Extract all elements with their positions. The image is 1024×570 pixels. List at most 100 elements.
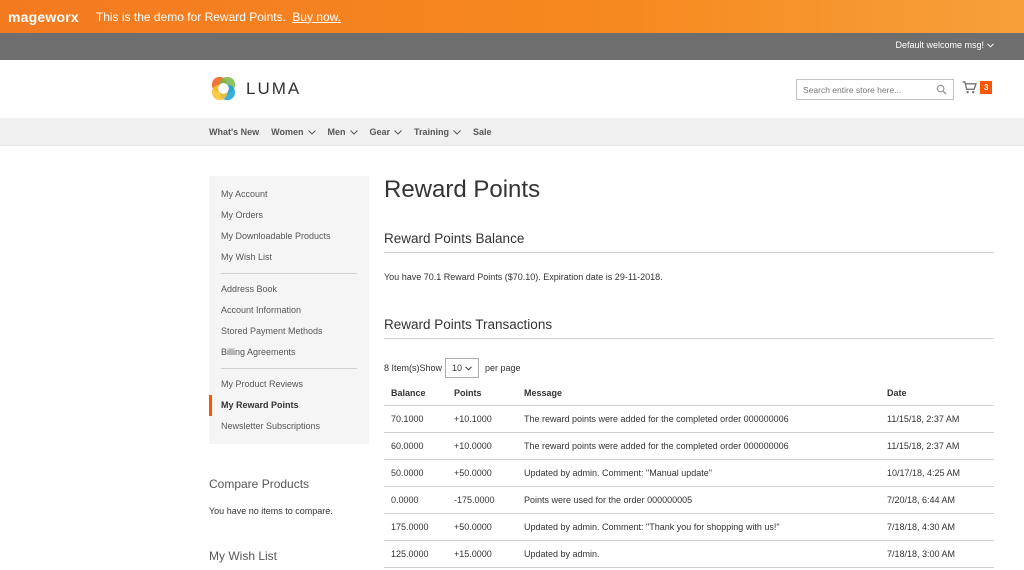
cell-message: Points were used for the order 000000005 [517,486,880,514]
cell-date: 7/18/18, 4:30 AM [880,513,994,541]
table-row: 70.1000 +10.1000 The reward points were … [384,405,994,433]
nav-item-whats-new[interactable]: What's New [209,127,259,137]
chevron-down-icon [987,42,994,48]
table-row: 0.0000 -175.0000 Points were used for th… [384,486,994,514]
nav-item-sale[interactable]: Sale [473,127,492,137]
balance-section-title: Reward Points Balance [384,231,994,253]
cart-count-badge: 3 [980,81,993,94]
cell-points: -175.0000 [447,486,517,514]
cell-message: Updated by admin. Comment: "Manual updat… [517,459,880,487]
table-row: 50.0000 +50.0000 Updated by admin. Comme… [384,459,994,487]
show-label: Show [419,363,443,373]
nav-label: Women [271,127,304,137]
cell-balance: 0.0000 [384,486,447,514]
cell-date: 11/15/18, 2:37 AM [880,432,994,460]
nav-label: Sale [473,127,492,137]
sidebar-divider [221,273,357,274]
cell-points: +15.0000 [447,540,517,568]
chevron-down-icon [394,129,402,135]
table-row: 175.0000 +50.0000 Updated by admin. Comm… [384,513,994,541]
demo-banner: mageworx This is the demo for Reward Poi… [0,0,1024,33]
cart-icon [962,81,977,94]
sidebar-item-my-orders[interactable]: My Orders [209,205,369,226]
cell-message: Updated by admin. [517,540,880,568]
store-logo[interactable]: LUMA [209,74,301,103]
cell-balance: 50.0000 [384,459,447,487]
sidebar-item-address-book[interactable]: Address Book [209,279,369,300]
cell-points: +50.0000 [447,459,517,487]
cell-points: +50.0000 [447,513,517,541]
page-title: Reward Points [384,176,541,203]
cell-balance: 70.1000 [384,405,447,433]
column-header-message: Message [517,381,880,406]
toolbar-limiter: 8 Item(s) Show 10 per page [384,358,521,378]
nav-label: Gear [369,127,391,137]
balance-text: You have 70.1 Reward Points ($70.10). Ex… [384,272,663,282]
column-header-date: Date [880,381,994,406]
transactions-section-title: Reward Points Transactions [384,317,994,339]
demo-message: This is the demo for Reward Points. Buy … [96,10,341,24]
nav-item-training[interactable]: Training [414,127,461,137]
search-input[interactable] [803,84,928,95]
sidebar-item-wish-list[interactable]: My Wish List [209,247,369,268]
sidebar-item-stored-payment-methods[interactable]: Stored Payment Methods [209,321,369,342]
nav-label: Training [414,127,450,137]
buy-now-link[interactable]: Buy now. [292,10,341,24]
luma-logo-icon [211,76,236,101]
chevron-down-icon [453,129,461,135]
transactions-table: Balance Points Message Date 70.1000 +10.… [384,381,994,568]
cell-balance: 60.0000 [384,432,447,460]
nav-item-men[interactable]: Men [328,127,358,137]
cell-date: 7/18/18, 3:00 AM [880,540,994,568]
cell-message: The reward points were added for the com… [517,405,880,433]
nav-item-women[interactable]: Women [271,127,316,137]
cell-message: The reward points were added for the com… [517,432,880,460]
sidebar-item-my-account[interactable]: My Account [209,184,369,205]
header: LUMA 3 [0,60,1024,118]
sidebar-item-newsletter[interactable]: Newsletter Subscriptions [209,416,369,437]
mageworx-logo: mageworx [8,8,79,25]
per-page-label: per page [485,363,521,373]
search-box [796,79,954,100]
minicart[interactable]: 3 [962,81,993,94]
chevron-down-icon [307,129,316,135]
column-header-balance: Balance [384,381,447,406]
demo-message-text: This is the demo for Reward Points. [95,9,286,24]
cell-balance: 125.0000 [384,540,447,568]
cell-balance: 175.0000 [384,513,447,541]
welcome-text: Default welcome msg! [895,40,984,50]
chevron-down-icon [349,129,358,135]
items-count: 8 Item(s) [384,363,420,373]
cell-date: 7/20/18, 6:44 AM [880,486,994,514]
table-header-row: Balance Points Message Date [384,381,994,406]
account-sidebar: My Account My Orders My Downloadable Pro… [209,176,369,444]
nav-label: What's New [209,127,260,137]
chevron-down-icon [465,365,472,371]
sidebar-divider [221,368,357,369]
cell-points: +10.1000 [447,405,517,433]
compare-empty-text: You have no items to compare. [209,506,333,516]
per-page-select[interactable]: 10 [445,358,480,378]
nav-label: Men [327,127,346,137]
nav-item-gear[interactable]: Gear [370,127,403,137]
sidebar-item-reward-points[interactable]: My Reward Points [209,395,369,416]
sidebar-item-account-information[interactable]: Account Information [209,300,369,321]
wishlist-block-title: My Wish List [209,549,278,563]
top-panel: Default welcome msg! [0,33,1024,60]
table-row: 60.0000 +10.0000 The reward points were … [384,432,994,460]
logo-text: LUMA [246,78,302,98]
table-row: 125.0000 +15.0000 Updated by admin. 7/18… [384,540,994,568]
cell-points: +10.0000 [447,432,517,460]
sidebar-item-downloadable-products[interactable]: My Downloadable Products [209,226,369,247]
column-header-points: Points [447,381,517,406]
sidebar-item-product-reviews[interactable]: My Product Reviews [209,374,369,395]
sidebar-item-billing-agreements[interactable]: Billing Agreements [209,342,369,363]
welcome-switcher[interactable]: Default welcome msg! [895,40,994,50]
compare-products-title: Compare Products [209,477,310,491]
search-icon[interactable] [936,84,947,95]
cell-date: 10/17/18, 4:25 AM [880,459,994,487]
main-navigation: What's New Women Men Gear Training Sale [0,118,1024,146]
cell-date: 11/15/18, 2:37 AM [880,405,994,433]
cell-message: Updated by admin. Comment: "Thank you fo… [517,513,880,541]
per-page-value: 10 [452,363,463,373]
